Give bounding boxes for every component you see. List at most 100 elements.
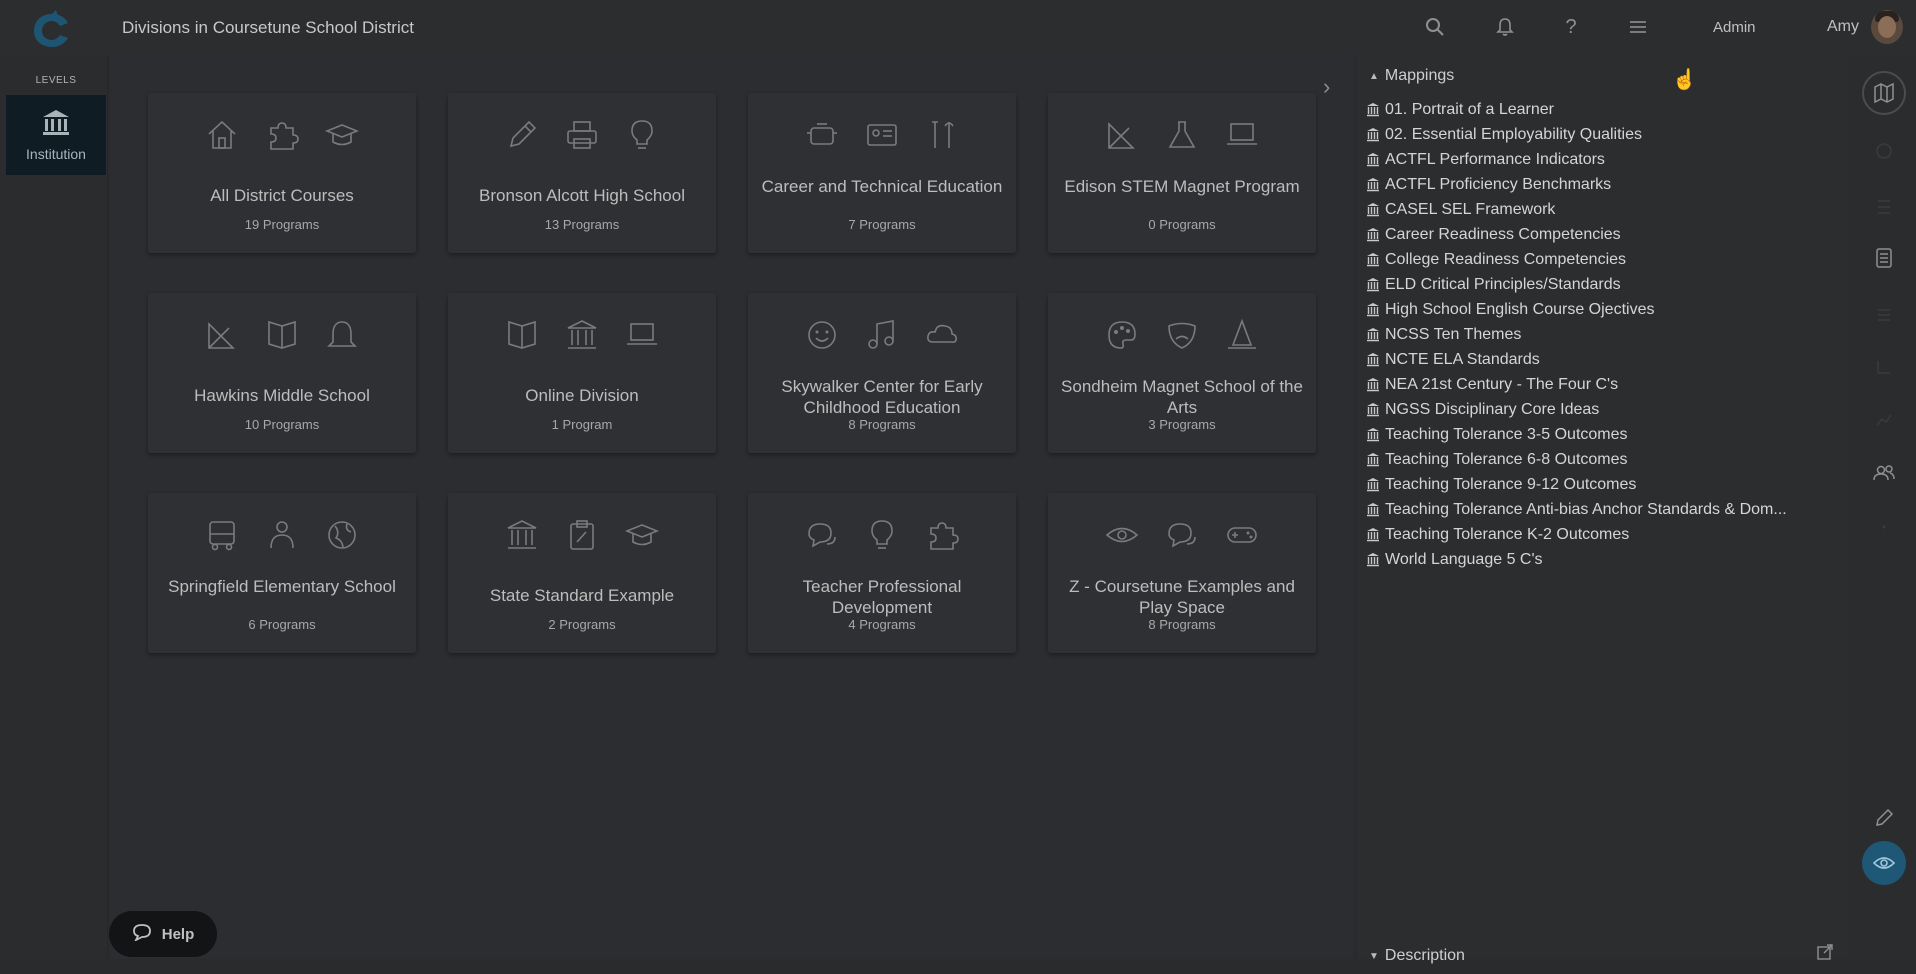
pointer-cursor-icon: ☝ <box>1672 69 1697 91</box>
division-card[interactable]: All District Courses 19 Programs <box>148 93 416 253</box>
lightbulb-icon <box>862 515 902 555</box>
tool-sidebar <box>1849 55 1916 959</box>
mapping-label: NCSS Ten Themes <box>1385 325 1522 343</box>
bell-icon[interactable] <box>1492 14 1518 40</box>
trend-icon[interactable] <box>1864 400 1904 440</box>
mapping-item[interactable]: 01. Portrait of a Learner <box>1367 97 1837 122</box>
institution-icon <box>1367 477 1379 491</box>
division-card[interactable]: Career and Technical Education 7 Program… <box>748 93 1016 253</box>
clipboard-icon <box>562 515 602 555</box>
institution-icon <box>1367 527 1379 541</box>
gamepad-icon <box>1222 515 1262 555</box>
coursetune-logo[interactable] <box>30 10 74 50</box>
outline-icon[interactable] <box>1864 187 1904 227</box>
mapping-item[interactable]: NEA 21st Century - The Four C's <box>1367 372 1837 397</box>
mapping-item[interactable]: World Language 5 C's <box>1367 547 1837 572</box>
mapping-item[interactable]: Teaching Tolerance 3-5 Outcomes <box>1367 422 1837 447</box>
mapping-item[interactable]: Teaching Tolerance 9-12 Outcomes <box>1367 472 1837 497</box>
institution-icon <box>1367 127 1379 141</box>
smiley-icon <box>802 315 842 355</box>
mapping-label: NCTE ELA Standards <box>1385 350 1540 368</box>
menu-icon[interactable] <box>1625 14 1651 40</box>
division-name: Hawkins Middle School <box>194 386 370 405</box>
institution-icon <box>1367 252 1379 266</box>
mapping-item[interactable]: ELD Critical Principles/Standards <box>1367 272 1837 297</box>
chat-bubbles-icon <box>802 515 842 555</box>
puzzle-icon <box>262 115 302 155</box>
mapping-item[interactable]: NCTE ELA Standards <box>1367 347 1837 372</box>
division-card[interactable]: Edison STEM Magnet Program 0 Programs <box>1048 93 1316 253</box>
mapping-label: CASEL SEL Framework <box>1385 200 1556 218</box>
admin-link[interactable]: Admin <box>1713 19 1756 36</box>
puzzle-icon <box>922 515 962 555</box>
more-icon[interactable] <box>1864 507 1904 547</box>
division-card[interactable]: State Standard Example 2 Programs <box>448 493 716 653</box>
institution-icon <box>1367 502 1379 516</box>
external-edit-icon[interactable] <box>1817 944 1833 963</box>
program-count: 0 Programs <box>1148 217 1216 232</box>
mappings-header[interactable]: ▲ Mappings <box>1369 67 1454 85</box>
mappings-title: Mappings <box>1384 67 1455 84</box>
mapping-label: ACTFL Proficiency Benchmarks <box>1385 175 1612 193</box>
division-card[interactable]: Hawkins Middle School 10 Programs <box>148 293 416 453</box>
list-icon[interactable] <box>1864 295 1904 335</box>
avatar[interactable] <box>1871 10 1903 44</box>
mapping-item[interactable]: NCSS Ten Themes <box>1367 322 1837 347</box>
institution-icon <box>1367 427 1379 441</box>
mapping-item[interactable]: 02. Essential Employability Qualities <box>1367 122 1837 147</box>
mapping-item[interactable]: Teaching Tolerance 6-8 Outcomes <box>1367 447 1837 472</box>
mapping-item[interactable]: College Readiness Competencies <box>1367 247 1837 272</box>
mapping-label: NGSS Disciplinary Core Ideas <box>1385 400 1600 418</box>
mapping-label: World Language 5 C's <box>1385 550 1543 568</box>
mapping-item[interactable]: Career Readiness Competencies <box>1367 222 1837 247</box>
mapping-item[interactable]: Teaching Tolerance K-2 Outcomes <box>1367 522 1837 547</box>
card-icons <box>748 315 1016 359</box>
help-icon[interactable]: ? <box>1558 14 1584 40</box>
chart-icon[interactable] <box>1864 347 1904 387</box>
division-card[interactable]: Teacher Professional Development 4 Progr… <box>748 493 1016 653</box>
division-name: Springfield Elementary School <box>168 577 396 596</box>
division-name: Teacher Professional Development <box>802 577 962 617</box>
card-icons <box>448 515 716 559</box>
card-icons <box>448 115 716 159</box>
mapping-item[interactable]: ACTFL Performance Indicators <box>1367 147 1837 172</box>
mapping-label: ACTFL Performance Indicators <box>1385 150 1605 168</box>
map-icon[interactable] <box>1862 71 1906 115</box>
laptop-icon <box>622 315 662 355</box>
tools-icon <box>922 115 962 155</box>
laptop-icon <box>1222 115 1262 155</box>
search-icon[interactable] <box>1422 14 1448 40</box>
division-card[interactable]: Sondheim Magnet School of the Arts 3 Pro… <box>1048 293 1316 453</box>
institution-icon <box>1367 452 1379 466</box>
lightbulb-icon <box>622 115 662 155</box>
mapping-label: Teaching Tolerance 6-8 Outcomes <box>1385 450 1628 468</box>
division-card[interactable]: Springfield Elementary School 6 Programs <box>148 493 416 653</box>
pencil-edit-icon[interactable] <box>1864 798 1904 838</box>
mapping-item[interactable]: High School English Course Ojectives <box>1367 297 1837 322</box>
division-card[interactable]: Skywalker Center for Early Childhood Edu… <box>748 293 1016 453</box>
link-icon[interactable] <box>1864 131 1904 171</box>
caret-up-icon: ▲ <box>1369 70 1379 82</box>
description-header[interactable]: ▼ Description <box>1369 947 1465 965</box>
user-name[interactable]: Amy <box>1827 18 1859 36</box>
division-card[interactable]: Online Division 1 Program <box>448 293 716 453</box>
mapping-label: Teaching Tolerance 3-5 Outcomes <box>1385 425 1628 443</box>
institution-icon <box>1367 352 1379 366</box>
division-card[interactable]: Z - Coursetune Examples and Play Space 8… <box>1048 493 1316 653</box>
help-button[interactable]: Help <box>109 911 217 957</box>
mapping-item[interactable]: Teaching Tolerance Anti-bias Anchor Stan… <box>1367 497 1837 522</box>
mapping-item[interactable]: NGSS Disciplinary Core Ideas <box>1367 397 1837 422</box>
mapping-label: Teaching Tolerance 9-12 Outcomes <box>1385 475 1637 493</box>
view-eye-icon[interactable] <box>1862 841 1906 885</box>
users-icon[interactable] <box>1864 453 1904 493</box>
division-card[interactable]: Bronson Alcott High School 13 Programs <box>448 93 716 253</box>
institution-toolbar-icon[interactable] <box>1864 238 1904 278</box>
collapse-panel-chevron-icon[interactable]: › <box>1323 74 1330 100</box>
program-count: 2 Programs <box>548 617 616 632</box>
division-name: Sondheim Magnet School of the Arts <box>1061 377 1303 417</box>
institution-icon <box>1367 227 1379 241</box>
level-item-institution[interactable]: Institution <box>6 95 106 175</box>
mapping-item[interactable]: ACTFL Proficiency Benchmarks <box>1367 172 1837 197</box>
mapping-item[interactable]: CASEL SEL Framework <box>1367 197 1837 222</box>
card-icons <box>448 315 716 359</box>
